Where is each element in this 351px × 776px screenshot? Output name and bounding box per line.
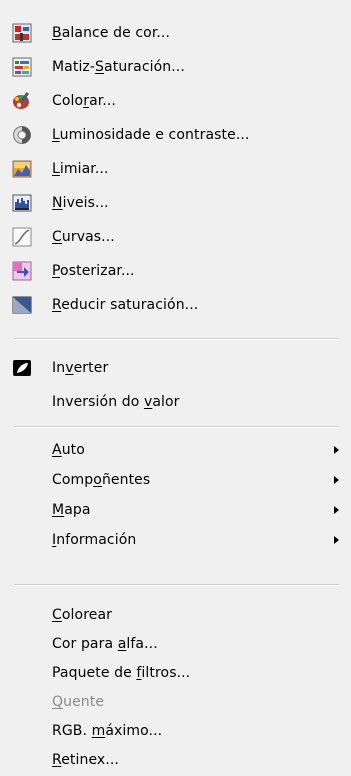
colors-menu: Balance de cor... Matiz-Saturación... Co… [0,0,351,776]
posterize-icon [12,261,32,281]
hue-saturation-icon [12,57,32,77]
menu-item-curves[interactable]: Curvas... [0,220,351,254]
menu-item-label: Mapa [52,502,91,518]
submenu-info[interactable]: Información [0,525,351,555]
brightness-contrast-icon [12,125,32,145]
threshold-icon [12,159,32,179]
menu-item-label: Niveis... [52,195,109,211]
submenu-auto[interactable]: Auto [0,435,351,465]
menu-item-hue-saturation[interactable]: Matiz-Saturación... [0,50,351,84]
menu-item-label: Luminosidade e contraste... [52,127,250,143]
menu-item-invert[interactable]: Inverter [0,351,351,385]
menu-item-label: Balance de cor... [52,25,171,41]
colorize-icon [12,91,32,111]
menu-item-retinex[interactable]: Retinex... [0,745,351,775]
desaturate-icon [12,295,32,315]
menu-separator [14,338,339,340]
menu-item-label: Colorear [52,607,113,623]
menu-separator [14,426,339,428]
menu-item-label: Inversión do valor [52,394,180,410]
menu-item-label: Paquete de filtros... [52,665,191,681]
menu-item-colorify[interactable]: Colorear [0,600,351,630]
menu-item-label: Quente [52,694,105,710]
menu-item-color-to-alpha[interactable]: Cor para alfa... [0,629,351,659]
menu-item-label: RGB. máximo... [52,723,163,739]
curves-icon [12,227,32,247]
menu-item-label: Matiz-Saturación... [52,59,185,75]
menu-item-brightness-contrast[interactable]: Luminosidade e contraste... [0,118,351,152]
menu-item-colorize[interactable]: Colorar... [0,84,351,118]
menu-item-color-balance[interactable]: Balance de cor... [0,16,351,50]
menu-item-label: Información [52,532,137,548]
menu-item-label: Reducir saturación... [52,297,199,313]
menu-item-desaturate[interactable]: Reducir saturación... [0,288,351,322]
menu-item-label: Retinex... [52,752,119,768]
color-balance-icon [12,23,32,43]
levels-icon [12,193,32,213]
submenu-map[interactable]: Mapa [0,495,351,525]
menu-item-label: Colorar... [52,93,116,109]
menu-item-label: Limiar... [52,161,109,177]
menu-item-threshold[interactable]: Limiar... [0,152,351,186]
menu-item-label: Inverter [52,360,109,376]
menu-item-posterize[interactable]: Posterizar... [0,254,351,288]
invert-icon [12,358,32,378]
submenu-arrow-icon [334,536,339,544]
menu-separator [14,584,339,586]
menu-item-filter-pack[interactable]: Paquete de filtros... [0,658,351,688]
menu-item-label: Compoñentes [52,472,151,488]
menu-item-levels[interactable]: Niveis... [0,186,351,220]
menu-item-max-rgb[interactable]: RGB. máximo... [0,716,351,746]
submenu-components[interactable]: Compoñentes [0,465,351,495]
submenu-arrow-icon [334,476,339,484]
menu-item-label: Posterizar... [52,263,135,279]
menu-item-value-invert[interactable]: Inversión do valor [0,385,351,419]
submenu-arrow-icon [334,446,339,454]
menu-item-label: Curvas... [52,229,115,245]
menu-item-label: Auto [52,442,85,458]
menu-item-label: Cor para alfa... [52,636,158,652]
submenu-arrow-icon [334,506,339,514]
menu-item-hot: Quente [0,687,351,717]
